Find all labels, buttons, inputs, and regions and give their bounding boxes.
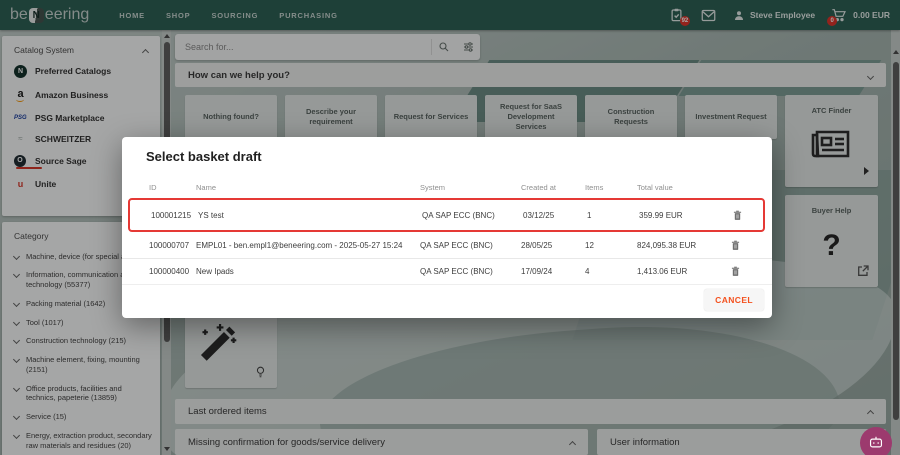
robot-icon xyxy=(868,436,884,450)
chatbot-button[interactable] xyxy=(860,427,892,455)
table-row-highlighted[interactable]: 100001215 YS test QA SAP ECC (BNC) 03/12… xyxy=(128,198,765,232)
table-header: ID Name System Created at Items Total va… xyxy=(122,183,772,197)
app-window: be N eering HOME SHOP SOURCING PURCHASIN… xyxy=(0,0,900,455)
table-row[interactable]: 100000707 EMPL01 - ben.empl1@beneering.c… xyxy=(122,233,772,259)
trash-icon xyxy=(731,266,740,277)
trash-icon xyxy=(733,210,742,221)
table-row[interactable]: 100000400 New Ipads QA SAP ECC (BNC) 17/… xyxy=(122,259,772,285)
delete-draft-button[interactable] xyxy=(728,263,742,279)
delete-draft-button[interactable] xyxy=(730,207,744,223)
delete-draft-button[interactable] xyxy=(728,237,742,253)
cancel-button[interactable]: CANCEL xyxy=(704,289,764,311)
dialog-title: Select basket draft xyxy=(146,149,262,164)
trash-icon xyxy=(731,240,740,251)
select-basket-draft-dialog: Select basket draft ID Name System Creat… xyxy=(122,137,772,318)
